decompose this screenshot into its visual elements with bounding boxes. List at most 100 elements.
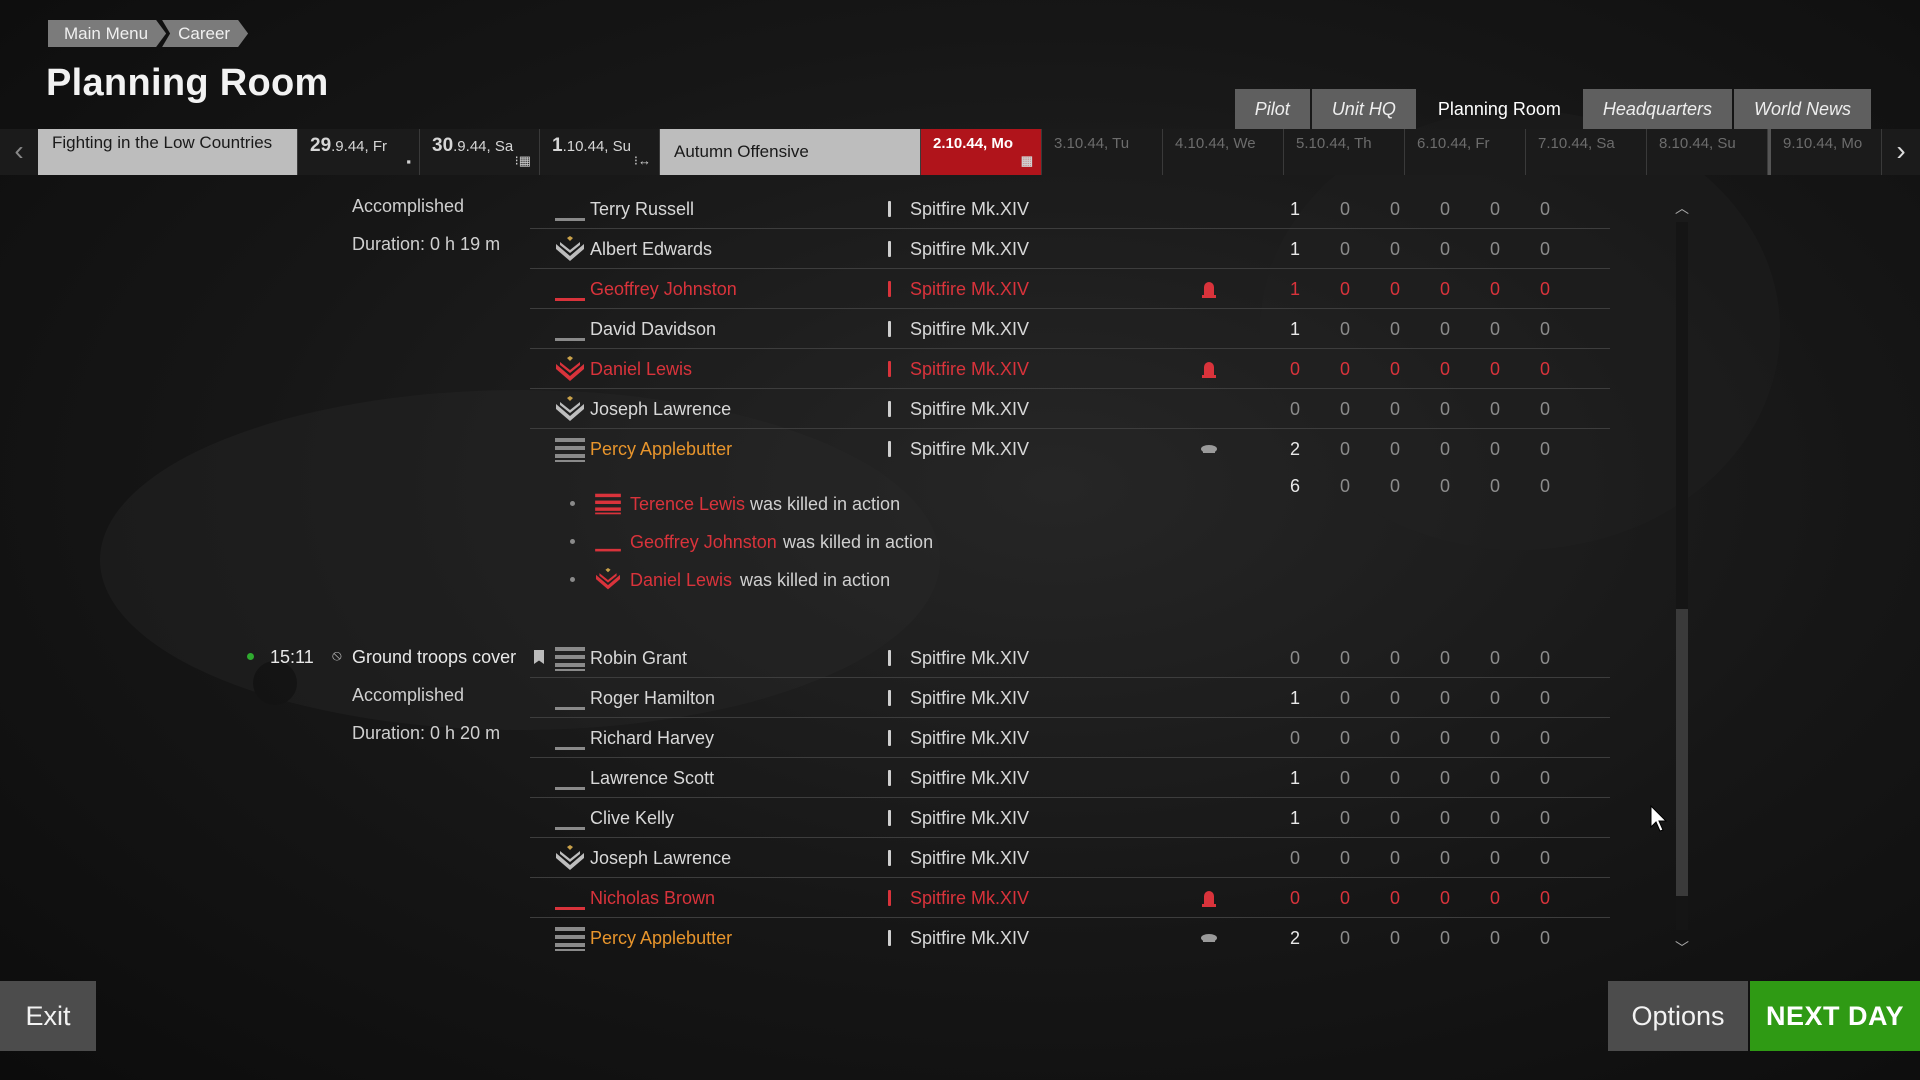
scrollbar-thumb[interactable] xyxy=(1676,609,1688,896)
pilot-name[interactable]: Albert Edwards xyxy=(590,229,712,269)
stat-value: 1 xyxy=(1289,279,1300,299)
transfer-icon: ⁝↔ xyxy=(633,153,651,168)
stat-value: 0 xyxy=(1489,928,1500,948)
aircraft-icon xyxy=(888,201,891,217)
day-label: .10.44, Mo xyxy=(1791,135,1863,152)
event-pilot-name[interactable]: Geoffrey Johnston xyxy=(630,527,777,557)
table-row[interactable]: Terry Russell Spitfire Mk.XIV 1 0 0 0 0 … xyxy=(530,189,1610,229)
timeline-day-9-10[interactable]: 9.10.44, Mo xyxy=(1768,129,1882,175)
table-row[interactable]: Robin Grant Spitfire Mk.XIV 0 0 0 0 0 0 xyxy=(530,638,1610,678)
pilot-name[interactable]: Richard Harvey xyxy=(590,718,714,758)
stat-value: 0 xyxy=(1539,848,1550,868)
stat-value: 0 xyxy=(1439,279,1450,299)
timeline-day-6-10[interactable]: 6.10.44, Fr xyxy=(1405,129,1526,175)
day-label: .10.44, Mo xyxy=(941,135,1014,152)
stat-value: 0 xyxy=(1439,928,1450,948)
timeline-day-1-10[interactable]: 1.10.44, Su ⁝↔ xyxy=(540,129,660,175)
stat-value: 0 xyxy=(1289,648,1300,668)
rank-insignia-icon xyxy=(554,276,586,304)
table-row-killed[interactable]: Daniel Lewis Spitfire Mk.XIV 0 0 0 0 0 0 xyxy=(530,349,1610,389)
event-text: was killed in action xyxy=(783,532,934,552)
timeline-day-7-10[interactable]: 7.10.44, Sa xyxy=(1526,129,1647,175)
event-item: Daniel Lewis was killed in action xyxy=(570,565,990,595)
exit-button[interactable]: Exit xyxy=(0,981,96,1051)
table-row-killed[interactable]: Geoffrey Johnston Spitfire Mk.XIV 1 0 0 … xyxy=(530,269,1610,309)
timeline-next-arrow-icon[interactable]: › xyxy=(1882,129,1920,175)
pilot-name[interactable]: Lawrence Scott xyxy=(590,758,714,798)
stat-value: 0 xyxy=(1339,728,1350,748)
timeline-day-3-10[interactable]: 3.10.44, Tu xyxy=(1042,129,1163,175)
stat-value: 0 xyxy=(1389,439,1400,459)
timeline-day-5-10[interactable]: 5.10.44, Th xyxy=(1284,129,1405,175)
pilot-name[interactable]: Daniel Lewis xyxy=(590,349,692,389)
event-pilot-name[interactable]: Daniel Lewis xyxy=(630,565,732,595)
timeline-day-8-10[interactable]: 8.10.44, Su xyxy=(1647,129,1768,175)
table-row-player[interactable]: Percy Applebutter Spitfire Mk.XIV 2 0 0 … xyxy=(530,429,1610,469)
scroll-up-arrow-icon[interactable]: ︿ xyxy=(1672,198,1692,218)
stat-value: 0 xyxy=(1439,399,1450,419)
table-row[interactable]: Roger Hamilton Spitfire Mk.XIV 1 0 0 0 0… xyxy=(530,678,1610,718)
tab-world-news[interactable]: World News xyxy=(1733,89,1871,129)
timeline-day-29-9[interactable]: 29.9.44, Fr ▪ xyxy=(298,129,420,175)
pilot-name[interactable]: Percy Applebutter xyxy=(590,918,732,958)
table-row[interactable]: Clive Kelly Spitfire Mk.XIV 1 0 0 0 0 0 xyxy=(530,798,1610,838)
timeline-campaign-autumn-offensive[interactable]: Autumn Offensive xyxy=(660,129,921,175)
pilot-name[interactable]: Nicholas Brown xyxy=(590,878,715,918)
mission-2-duration: Duration: 0 h 20 m xyxy=(352,723,501,743)
tab-pilot[interactable]: Pilot xyxy=(1234,89,1310,129)
rank-insignia-icon xyxy=(554,196,586,224)
timeline-day-2-10-current[interactable]: 2.10.44, Mo ▦ xyxy=(921,129,1042,175)
breadcrumb-career[interactable]: Career xyxy=(162,20,248,47)
breadcrumb-main-menu[interactable]: Main Menu xyxy=(48,20,166,47)
stat-value: 1 xyxy=(1289,688,1300,708)
table-row[interactable]: Joseph Lawrence Spitfire Mk.XIV 0 0 0 0 … xyxy=(530,838,1610,878)
pilot-name[interactable]: Geoffrey Johnston xyxy=(590,269,737,309)
tab-planning-room[interactable]: Planning Room xyxy=(1418,89,1581,129)
table-row-player[interactable]: Percy Applebutter Spitfire Mk.XIV 2 0 0 … xyxy=(530,918,1610,958)
stat-value: 0 xyxy=(1389,239,1400,259)
pilot-name[interactable]: David Davidson xyxy=(590,309,716,349)
pilot-name[interactable]: Joseph Lawrence xyxy=(590,838,731,878)
total-value: 0 xyxy=(1339,476,1350,496)
stat-value: 1 xyxy=(1289,808,1300,828)
timeline-day-4-10[interactable]: 4.10.44, We xyxy=(1163,129,1284,175)
options-button[interactable]: Options xyxy=(1608,981,1748,1051)
tab-unit-hq[interactable]: Unit HQ xyxy=(1311,89,1416,129)
stat-value: 0 xyxy=(1389,688,1400,708)
table-row[interactable]: Richard Harvey Spitfire Mk.XIV 0 0 0 0 0… xyxy=(530,718,1610,758)
mouse-cursor-icon xyxy=(1650,805,1668,832)
pilot-name[interactable]: Clive Kelly xyxy=(590,798,674,838)
total-value: 0 xyxy=(1439,476,1450,496)
stat-value: 0 xyxy=(1339,399,1350,419)
gravestone-icon xyxy=(1202,282,1216,298)
stat-value: 0 xyxy=(1339,848,1350,868)
stat-value: 0 xyxy=(1339,319,1350,339)
timeline-campaign-low-countries[interactable]: Fighting in the Low Countries xyxy=(38,129,298,175)
day-number: 30 xyxy=(432,135,454,156)
pilot-name[interactable]: Terry Russell xyxy=(590,189,694,229)
timeline-day-30-9[interactable]: 30.9.44, Sa ⁝▦ xyxy=(420,129,540,175)
table-row[interactable]: Joseph Lawrence Spitfire Mk.XIV 0 0 0 0 … xyxy=(530,389,1610,429)
table-row[interactable]: Lawrence Scott Spitfire Mk.XIV 1 0 0 0 0… xyxy=(530,758,1610,798)
tab-headquarters[interactable]: Headquarters xyxy=(1582,89,1732,129)
pilot-name[interactable]: Percy Applebutter xyxy=(590,429,732,469)
stat-value: 0 xyxy=(1439,648,1450,668)
calendar-icon: ▦ xyxy=(1020,153,1033,168)
next-day-button[interactable]: NEXT DAY xyxy=(1750,981,1920,1051)
pilot-name[interactable]: Roger Hamilton xyxy=(590,678,715,718)
scrollbar[interactable] xyxy=(1676,222,1688,930)
stat-value: 0 xyxy=(1539,319,1550,339)
pilot-name[interactable]: Joseph Lawrence xyxy=(590,389,731,429)
stat-value: 0 xyxy=(1539,199,1550,219)
pilot-name[interactable]: Robin Grant xyxy=(590,638,687,678)
event-pilot-name[interactable]: Terence Lewis xyxy=(630,489,745,519)
timeline-prev-arrow-icon[interactable]: ‹ xyxy=(0,129,38,175)
table-row[interactable]: Albert Edwards Spitfire Mk.XIV 1 0 0 0 0… xyxy=(530,229,1610,269)
mission-2-type[interactable]: Ground troops cover xyxy=(352,647,516,668)
rank-insignia-icon xyxy=(554,645,586,673)
stat-value: 0 xyxy=(1389,319,1400,339)
scroll-down-arrow-icon[interactable]: ﹀ xyxy=(1672,938,1692,958)
table-row-killed[interactable]: Nicholas Brown Spitfire Mk.XIV 0 0 0 0 0… xyxy=(530,878,1610,918)
total-value: 0 xyxy=(1489,476,1500,496)
table-row[interactable]: David Davidson Spitfire Mk.XIV 1 0 0 0 0… xyxy=(530,309,1610,349)
